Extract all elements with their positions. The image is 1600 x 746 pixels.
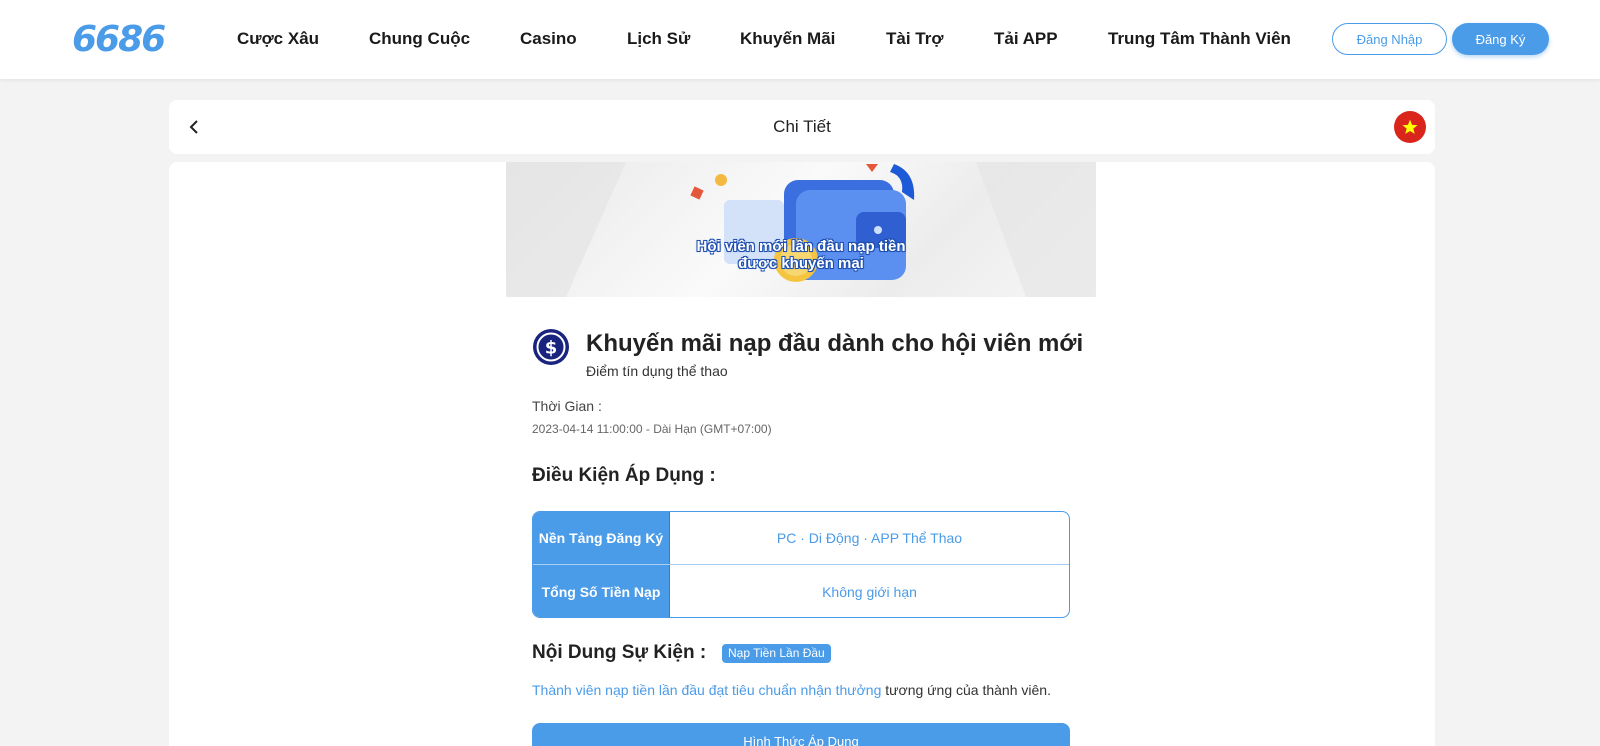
login-button[interactable]: Đăng Nhập (1332, 23, 1447, 55)
vietnam-flag-icon (1402, 119, 1418, 134)
nav-item-tai-app[interactable]: Tải APP (994, 29, 1058, 49)
nav-item-khuyen-mai[interactable]: Khuyến Mãi (740, 29, 835, 49)
event-text-highlight: Thành viên nạp tiền lần đầu đạt tiêu chu… (532, 682, 882, 698)
svg-text:$: $ (545, 338, 558, 359)
event-description: Thành viên nạp tiền lần đầu đạt tiêu chu… (532, 679, 1072, 702)
language-selector[interactable] (1394, 111, 1426, 143)
site-logo[interactable]: 6686 (72, 19, 166, 60)
promo-detail-card: Hội viên mới lần đầu nạp tiền được khuyế… (169, 162, 1435, 746)
conditions-table: Nền Tảng Đăng Ký PC · Di Động · APP Thể … (532, 511, 1070, 618)
promo-subtitle: Điểm tín dụng thể thao (586, 363, 728, 379)
register-button[interactable]: Đăng Ký (1452, 23, 1549, 55)
nav-item-tai-tro[interactable]: Tài Trợ (886, 29, 943, 49)
top-header: 6686 Cược Xâu Chung Cuộc Casino Lịch Sử … (0, 0, 1600, 79)
nav-item-chung-cuoc[interactable]: Chung Cuộc (369, 29, 470, 49)
promo-banner: Hội viên mới lần đầu nạp tiền được khuyế… (506, 162, 1096, 297)
table-row: Tổng Số Tiền Nạp Không giới hạn (533, 565, 1069, 617)
promo-title: Khuyến mãi nạp đầu dành cho hội viên mới (586, 330, 1084, 357)
apply-method-header: Hình Thức Áp Dụng (532, 723, 1070, 746)
wallet-illustration (506, 162, 1096, 297)
condition-key: Tổng Số Tiền Nạp (533, 565, 670, 617)
event-text-rest: tương ứng của thành viên. (881, 682, 1051, 698)
time-label: Thời Gian : (532, 398, 602, 414)
dollar-coin-icon: $ (533, 329, 569, 365)
nav-item-trung-tam-thanh-vien[interactable]: Trung Tâm Thành Viên (1108, 29, 1291, 49)
detail-titlebar: Chi Tiết (169, 100, 1435, 154)
nav-item-casino[interactable]: Casino (520, 29, 577, 49)
condition-key: Nền Tảng Đăng Ký (533, 512, 670, 564)
nav-item-cuoc-xau[interactable]: Cược Xâu (237, 29, 319, 49)
event-heading: Nội Dung Sự Kiện : (532, 642, 707, 663)
table-row: Nền Tảng Đăng Ký PC · Di Động · APP Thể … (533, 512, 1069, 565)
condition-value: Không giới hạn (822, 583, 917, 600)
event-badge: Nạp Tiền Lần Đầu (722, 644, 831, 663)
page-title: Chi Tiết (773, 117, 831, 136)
nav-item-lich-su[interactable]: Lịch Sử (627, 29, 690, 49)
conditions-heading: Điều Kiện Áp Dụng : (532, 465, 716, 486)
condition-value: PC · Di Động · APP Thể Thao (776, 530, 963, 546)
banner-caption: Hội viên mới lần đầu nạp tiền được khuyế… (696, 238, 906, 272)
time-value: 2023-04-14 11:00:00 - Dài Hạn (GMT+07:00… (532, 422, 772, 436)
